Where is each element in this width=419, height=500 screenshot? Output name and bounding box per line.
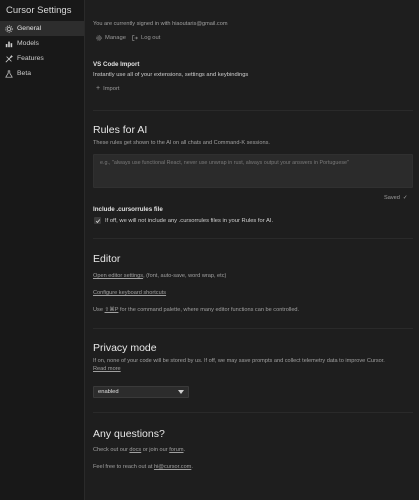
rules-title: Rules for AI (93, 124, 148, 136)
privacy-description: If on, none of your code will be stored … (93, 358, 385, 364)
rules-placeholder: e.g., "always use functional React, neve… (100, 160, 349, 166)
divider (93, 110, 413, 111)
logout-label: Log out (141, 35, 161, 41)
forum-link[interactable]: forum (169, 447, 183, 453)
gear-icon (5, 24, 13, 33)
keyboard-shortcuts-line: Configure keyboard shortcuts (93, 290, 166, 296)
questions-prefix: Check out our (93, 447, 130, 453)
manage-button[interactable]: Manage (96, 35, 126, 41)
settings-icon (96, 35, 102, 41)
editor-settings-hint: , (font, auto-save, word wrap, etc) (143, 273, 227, 279)
manage-label: Manage (105, 35, 126, 41)
sidebar-item-models[interactable]: Models (0, 36, 84, 51)
include-cursorrules-description: If off, we will not include any .cursorr… (105, 218, 274, 224)
privacy-mode-select[interactable]: enabled (93, 386, 189, 398)
questions-line-2: Feel free to reach out at hi@cursor.com. (93, 464, 193, 470)
editor-title: Editor (93, 253, 121, 265)
rules-description: These rules get shown to the AI on all c… (93, 140, 270, 146)
read-more-link[interactable]: Read more (93, 366, 121, 372)
command-palette-prefix: Use (93, 307, 105, 313)
import-label: Import (103, 85, 120, 92)
questions-title: Any questions? (93, 428, 165, 440)
rules-textarea[interactable]: e.g., "always use functional React, neve… (93, 154, 413, 188)
sidebar-item-features[interactable]: Features (0, 51, 84, 66)
check-icon (95, 218, 100, 223)
vscode-import-description: Instantly use all of your extensions, se… (93, 72, 249, 78)
sidebar-item-label: Features (17, 55, 44, 62)
check-icon: ✓ (402, 195, 408, 201)
vscode-import-title: VS Code Import (93, 61, 140, 68)
chevron-down-icon (178, 390, 184, 394)
sidebar-item-label: Beta (17, 70, 31, 77)
command-palette-shortcut[interactable]: ⇧⌘P (105, 307, 119, 313)
sidebar-item-general[interactable]: General (0, 21, 84, 36)
include-cursorrules-checkbox[interactable] (94, 217, 101, 224)
sidebar-item-label: Models (17, 40, 39, 47)
chart-icon (5, 40, 13, 48)
flask-icon (5, 69, 13, 78)
contact-prefix: Feel free to reach out at (93, 464, 154, 470)
privacy-read-more-line: Read more (93, 366, 121, 372)
command-palette-hint: for the command palette, where many edit… (118, 307, 300, 313)
logout-icon (132, 35, 138, 41)
docs-link[interactable]: docs (129, 447, 141, 453)
import-button[interactable]: + Import (96, 85, 120, 92)
divider (93, 328, 413, 329)
editor-settings-line: Open editor settings, (font, auto-save, … (93, 273, 226, 279)
signed-in-text: You are currently signed in with hiaouta… (93, 21, 228, 27)
open-editor-settings-link[interactable]: Open editor settings (93, 273, 143, 279)
contact-period: . (191, 464, 193, 470)
plus-icon: + (96, 85, 101, 92)
saved-label: Saved (384, 195, 400, 201)
divider (93, 238, 413, 239)
sidebar-item-beta[interactable]: Beta (0, 66, 84, 81)
privacy-title: Privacy mode (93, 342, 157, 354)
privacy-mode-value: enabled (98, 389, 119, 395)
settings-window: Cursor Settings General Models Features (0, 0, 419, 500)
questions-mid: or join our (141, 447, 170, 453)
sidebar-item-label: General (17, 25, 42, 32)
configure-shortcuts-link[interactable]: Configure keyboard shortcuts (93, 290, 166, 296)
settings-content: You are currently signed in with hiaouta… (85, 0, 419, 500)
divider (93, 412, 413, 413)
include-cursorrules-title: Include .cursorrules file (93, 206, 163, 213)
questions-line-1: Check out our docs or join our forum. (93, 447, 185, 453)
logout-button[interactable]: Log out (132, 35, 160, 41)
sidebar-nav: General Models Features Beta (0, 21, 84, 81)
app-title: Cursor Settings (6, 5, 72, 16)
command-palette-line: Use ⇧⌘P for the command palette, where m… (93, 307, 299, 313)
tools-icon (5, 54, 13, 63)
sidebar: Cursor Settings General Models Features (0, 0, 85, 500)
email-link[interactable]: hi@cursor.com (154, 464, 191, 470)
save-status: Saved ✓ (384, 195, 408, 201)
questions-period: . (183, 447, 186, 453)
